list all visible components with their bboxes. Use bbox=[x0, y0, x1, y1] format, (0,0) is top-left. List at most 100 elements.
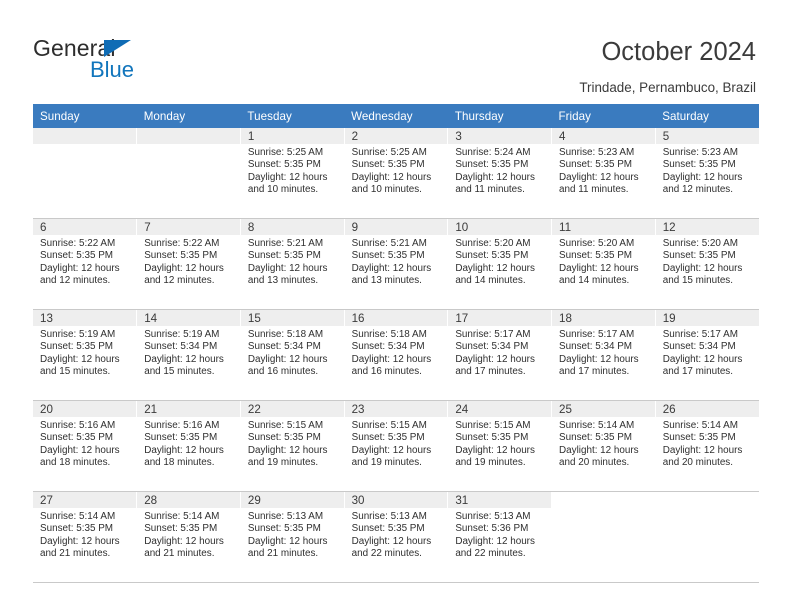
daylight-duration-line2: and 13 minutes. bbox=[247, 275, 319, 287]
day-sun-info: Sunrise: 5:19 AM Sunset: 5:35 PM Daylight:… bbox=[33, 326, 136, 379]
calendar-day-cell[interactable]: 7 Sunrise: 5:22 AM Sunset: 5:35 PM Daylight… bbox=[136, 218, 241, 310]
calendar-day-cell[interactable]: 21 Sunrise: 5:16 AM Sunset: 5:35 PM Dayligh… bbox=[136, 400, 241, 492]
sunset-time: Sunset: 5:35 PM bbox=[247, 250, 321, 262]
calendar-day-cell[interactable]: 30 Sunrise: 5:13 AM Sunset: 5:35 PM Dayligh… bbox=[344, 491, 449, 583]
calendar-day-cell[interactable]: 23 Sunrise: 5:15 AM Sunset: 5:35 PM Dayligh… bbox=[344, 400, 449, 492]
day-number: 26 bbox=[655, 401, 759, 417]
sunrise-time: Sunrise: 5:13 AM bbox=[247, 511, 324, 522]
calendar-day-cell[interactable]: 31 Sunrise: 5:13 AM Sunset: 5:36 PM Dayligh… bbox=[447, 491, 553, 583]
calendar-day-cell[interactable]: 13 Sunrise: 5:19 AM Sunset: 5:35 PM Dayligh… bbox=[33, 309, 138, 401]
daylight-duration-line2: and 15 minutes. bbox=[662, 275, 733, 287]
daylight-duration-line2: and 21 minutes. bbox=[247, 548, 319, 560]
daylight-duration-line1: Daylight: 12 hours bbox=[247, 171, 328, 183]
day-sun-info: Sunrise: 5:17 AM Sunset: 5:34 PM Daylight:… bbox=[552, 326, 655, 379]
daylight-duration-line2: and 17 minutes. bbox=[662, 366, 733, 378]
day-cell-content: 1 Sunrise: 5:25 AM Sunset: 5:35 PM Daylight… bbox=[240, 128, 344, 218]
calendar-day-cell[interactable]: 15 Sunrise: 5:18 AM Sunset: 5:34 PM Dayligh… bbox=[240, 309, 345, 401]
daylight-duration-line1: Daylight: 12 hours bbox=[40, 262, 120, 274]
day-cell-content bbox=[552, 492, 655, 582]
calendar-day-cell[interactable]: 25 Sunrise: 5:14 AM Sunset: 5:35 PM Dayligh… bbox=[551, 400, 656, 492]
day-number: 30 bbox=[344, 492, 448, 508]
calendar-day-cell[interactable]: 26 Sunrise: 5:14 AM Sunset: 5:35 PM Dayligh… bbox=[655, 400, 759, 492]
sunrise-time: Sunrise: 5:13 AM bbox=[455, 511, 531, 522]
sunset-time: Sunset: 5:35 PM bbox=[40, 523, 114, 535]
calendar-day-cell[interactable]: 20 Sunrise: 5:16 AM Sunset: 5:35 PM Dayligh… bbox=[33, 400, 138, 492]
daylight-duration-line2: and 18 minutes. bbox=[144, 457, 215, 469]
daylight-duration-line1: Daylight: 12 hours bbox=[144, 353, 224, 365]
sunrise-time: Sunrise: 5:18 AM bbox=[247, 329, 324, 340]
sunrise-time: Sunrise: 5:25 AM bbox=[351, 147, 427, 158]
sunrise-time: Sunrise: 5:18 AM bbox=[351, 329, 427, 340]
calendar-day-cell[interactable]: 27 Sunrise: 5:14 AM Sunset: 5:35 PM Dayligh… bbox=[33, 491, 138, 583]
calendar-day-cell[interactable] bbox=[136, 128, 241, 219]
daylight-duration-line2: and 12 minutes. bbox=[40, 275, 111, 287]
day-cell-content: 13 Sunrise: 5:19 AM Sunset: 5:35 PM Dayligh… bbox=[33, 310, 137, 400]
calendar-day-cell[interactable]: 11 Sunrise: 5:20 AM Sunset: 5:35 PM Dayligh… bbox=[551, 218, 656, 310]
calendar-day-cell[interactable]: 19 Sunrise: 5:17 AM Sunset: 5:34 PM Dayligh… bbox=[655, 309, 759, 401]
calendar-day-cell[interactable]: 28 Sunrise: 5:14 AM Sunset: 5:35 PM Dayligh… bbox=[136, 491, 241, 583]
daylight-duration-line2: and 13 minutes. bbox=[351, 275, 422, 287]
daylight-duration-line2: and 22 minutes. bbox=[455, 548, 526, 560]
daylight-duration-line1: Daylight: 12 hours bbox=[455, 171, 535, 183]
calendar-day-cell[interactable]: 1 Sunrise: 5:25 AM Sunset: 5:35 PM Daylight… bbox=[240, 128, 345, 219]
day-sun-info: Sunrise: 5:21 AM Sunset: 5:35 PM Daylight:… bbox=[241, 235, 344, 288]
day-cell-content: 17 Sunrise: 5:17 AM Sunset: 5:34 PM Dayligh… bbox=[448, 310, 552, 400]
weekday-header-thursday: Thursday bbox=[447, 104, 552, 128]
calendar-day-cell[interactable]: 18 Sunrise: 5:17 AM Sunset: 5:34 PM Dayligh… bbox=[551, 309, 656, 401]
day-sun-info: Sunrise: 5:25 AM Sunset: 5:35 PM Daylight:… bbox=[345, 144, 448, 197]
day-number: 16 bbox=[344, 310, 448, 326]
daylight-duration-line2: and 15 minutes. bbox=[144, 366, 215, 378]
day-number: 4 bbox=[552, 128, 655, 144]
calendar-day-cell[interactable]: 5 Sunrise: 5:23 AM Sunset: 5:35 PM Daylight… bbox=[655, 128, 759, 219]
calendar-day-cell[interactable]: 3 Sunrise: 5:24 AM Sunset: 5:35 PM Daylight… bbox=[447, 128, 553, 219]
calendar-day-cell[interactable]: 12 Sunrise: 5:20 AM Sunset: 5:35 PM Dayligh… bbox=[655, 218, 759, 310]
calendar-day-cell[interactable]: 16 Sunrise: 5:18 AM Sunset: 5:34 PM Dayligh… bbox=[344, 309, 449, 401]
day-sun-info: Sunrise: 5:14 AM Sunset: 5:35 PM Daylight:… bbox=[33, 508, 136, 561]
calendar-day-cell[interactable]: 8 Sunrise: 5:21 AM Sunset: 5:35 PM Daylight… bbox=[240, 218, 345, 310]
sunrise-time: Sunrise: 5:14 AM bbox=[40, 511, 116, 522]
daylight-duration-line2: and 17 minutes. bbox=[455, 366, 526, 378]
calendar-day-cell[interactable]: 17 Sunrise: 5:17 AM Sunset: 5:34 PM Dayligh… bbox=[447, 309, 553, 401]
daylight-duration-line1: Daylight: 12 hours bbox=[351, 444, 432, 456]
daylight-duration-line2: and 19 minutes. bbox=[455, 457, 526, 469]
calendar-week-row: 1 Sunrise: 5:25 AM Sunset: 5:35 PM Daylight… bbox=[33, 128, 759, 219]
sunrise-time: Sunrise: 5:15 AM bbox=[247, 420, 324, 431]
calendar-day-cell[interactable]: 6 Sunrise: 5:22 AM Sunset: 5:35 PM Daylight… bbox=[33, 218, 138, 310]
daylight-duration-line1: Daylight: 12 hours bbox=[144, 535, 224, 547]
sunset-time: Sunset: 5:34 PM bbox=[455, 341, 529, 353]
day-cell-content: 8 Sunrise: 5:21 AM Sunset: 5:35 PM Daylight… bbox=[240, 219, 344, 309]
daylight-duration-line2: and 18 minutes. bbox=[40, 457, 111, 469]
day-cell-content: 2 Sunrise: 5:25 AM Sunset: 5:35 PM Daylight… bbox=[344, 128, 448, 218]
daylight-duration-line1: Daylight: 12 hours bbox=[40, 353, 120, 365]
general-blue-logo[interactable]: General Blue bbox=[33, 36, 243, 88]
day-number: 20 bbox=[33, 401, 137, 417]
day-sun-info: Sunrise: 5:16 AM Sunset: 5:35 PM Daylight:… bbox=[137, 417, 240, 470]
calendar-day-cell[interactable] bbox=[33, 128, 138, 219]
day-cell-content: 27 Sunrise: 5:14 AM Sunset: 5:35 PM Dayligh… bbox=[33, 492, 137, 582]
sunset-time: Sunset: 5:35 PM bbox=[455, 250, 529, 262]
sunset-time: Sunset: 5:34 PM bbox=[247, 341, 321, 353]
calendar-day-cell[interactable]: 14 Sunrise: 5:19 AM Sunset: 5:34 PM Dayligh… bbox=[136, 309, 241, 401]
calendar-day-cell[interactable]: 22 Sunrise: 5:15 AM Sunset: 5:35 PM Dayligh… bbox=[240, 400, 345, 492]
daylight-duration-line2: and 14 minutes. bbox=[455, 275, 526, 287]
calendar-day-cell[interactable]: 2 Sunrise: 5:25 AM Sunset: 5:35 PM Daylight… bbox=[344, 128, 449, 219]
page-header: General Blue October 2024 Trindade, Pern… bbox=[0, 0, 792, 104]
day-sun-info: Sunrise: 5:17 AM Sunset: 5:34 PM Daylight:… bbox=[656, 326, 759, 379]
sunset-time: Sunset: 5:35 PM bbox=[40, 341, 114, 353]
daylight-duration-line1: Daylight: 12 hours bbox=[40, 444, 120, 456]
calendar-day-cell[interactable]: 10 Sunrise: 5:20 AM Sunset: 5:35 PM Dayligh… bbox=[447, 218, 553, 310]
day-number: 1 bbox=[240, 128, 344, 144]
calendar-day-cell[interactable]: 9 Sunrise: 5:21 AM Sunset: 5:35 PM Daylight… bbox=[344, 218, 449, 310]
sunset-time: Sunset: 5:35 PM bbox=[455, 432, 529, 444]
calendar-day-cell[interactable]: 29 Sunrise: 5:13 AM Sunset: 5:35 PM Dayligh… bbox=[240, 491, 345, 583]
logo-text-blue: Blue bbox=[90, 57, 135, 82]
day-number: 29 bbox=[240, 492, 344, 508]
daylight-duration-line2: and 16 minutes. bbox=[247, 366, 319, 378]
day-sun-info: Sunrise: 5:22 AM Sunset: 5:35 PM Daylight:… bbox=[137, 235, 240, 288]
calendar-day-cell[interactable] bbox=[551, 491, 656, 583]
calendar-day-cell[interactable]: 4 Sunrise: 5:23 AM Sunset: 5:35 PM Daylight… bbox=[551, 128, 656, 219]
day-number: 10 bbox=[448, 219, 552, 235]
calendar-day-cell[interactable] bbox=[655, 491, 759, 583]
calendar-day-cell[interactable]: 24 Sunrise: 5:15 AM Sunset: 5:35 PM Dayligh… bbox=[447, 400, 553, 492]
day-number: 28 bbox=[137, 492, 240, 508]
